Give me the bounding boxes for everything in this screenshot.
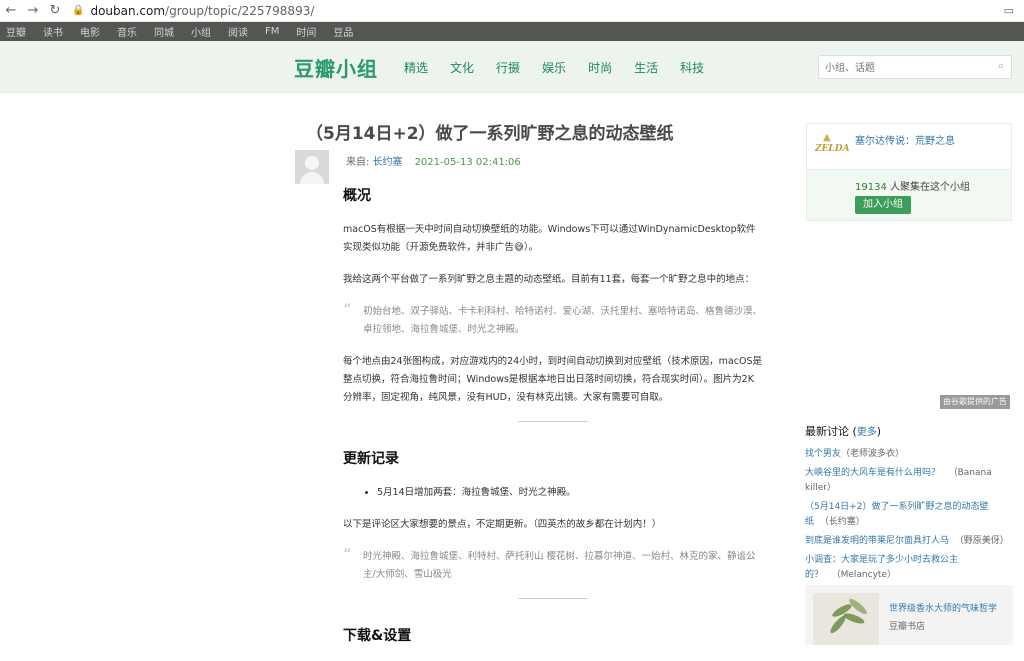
arrow-right-icon[interactable]: → bbox=[22, 3, 44, 18]
header-nav-item[interactable]: 娱乐 bbox=[542, 59, 566, 76]
header-nav-item[interactable]: 精选 bbox=[404, 59, 428, 76]
search-box: ⌕ bbox=[818, 55, 1012, 80]
topic-title: （5月14日+2）做了一系列旷野之息的动态壁纸 bbox=[306, 124, 674, 144]
paragraph: 以下是评论区大家想要的景点，不定期更新。（四英杰的故乡都在计划内！） bbox=[343, 519, 662, 530]
quote-icon: “ bbox=[343, 300, 352, 319]
topic-meta: 来自: 长约塞 2021-05-13 02:41:06 bbox=[346, 153, 521, 168]
reload-icon[interactable]: ↻ bbox=[44, 3, 66, 18]
browser-toolbar: ← → ↻ 🔒 douban.com/group/topic/225798893… bbox=[0, 0, 1024, 22]
search-icon[interactable]: ⌕ bbox=[998, 59, 1004, 73]
global-nav: 豆瓣 读书 电影 音乐 同城 小组 阅读 FM 时间 豆品 bbox=[0, 22, 1024, 41]
arrow-left-icon[interactable]: ← bbox=[0, 3, 22, 18]
header-nav-item[interactable]: 生活 bbox=[634, 59, 658, 76]
list-item: （5月14日+2）做了一系列旷野之息的动态壁纸 （长约塞） bbox=[805, 502, 989, 527]
quote-text: 时光神殿、海拉鲁城堡、利特村、萨托利山 樱花树、拉慕尔神道、一始村、林克的家、静… bbox=[363, 551, 756, 580]
header-nav-item[interactable]: 时尚 bbox=[588, 59, 612, 76]
book-cover-image[interactable] bbox=[813, 593, 879, 645]
ad-label[interactable]: 由谷歌提供的广告 bbox=[940, 395, 1010, 409]
member-count: 19134 人聚集在这个小组 bbox=[855, 182, 970, 193]
address-bar[interactable]: 🔒 douban.com/group/topic/225798893/ bbox=[72, 4, 314, 18]
blockquote: “ 初始台地、双子驿站、卡卡利科村、哈特诺村、爱心湖、沃托里村、塞哈特诺岛、格鲁… bbox=[343, 300, 763, 339]
group-name-link[interactable]: 塞尔达传说：荒野之息 bbox=[855, 132, 955, 147]
global-nav-item[interactable]: 时间 bbox=[296, 24, 316, 39]
global-nav-item[interactable]: FM bbox=[265, 26, 279, 37]
list-item: 大峡谷里的大风车是有什么用吗？ （Banana killer） bbox=[805, 468, 992, 493]
update-list: 5月14日增加两套：海拉鲁城堡、时光之神殿。 bbox=[377, 484, 763, 502]
global-nav-item[interactable]: 阅读 bbox=[228, 24, 248, 39]
header-nav-item[interactable]: 行摄 bbox=[496, 59, 520, 76]
url-host: douban.com bbox=[90, 3, 166, 18]
header-nav: 精选 文化 行摄 娱乐 时尚 生活 科技 bbox=[404, 59, 726, 76]
global-nav-item[interactable]: 电影 bbox=[80, 24, 100, 39]
header-nav-item[interactable]: 科技 bbox=[680, 59, 704, 76]
cast-icon[interactable]: ▭ bbox=[1004, 4, 1014, 17]
main-content: （5月14日+2）做了一系列旷野之息的动态壁纸 来自: 长约塞 2021-05-1… bbox=[0, 93, 1024, 645]
discussion-link[interactable]: 大峡谷里的大风车是有什么用吗？ bbox=[805, 468, 940, 478]
url-path: /group/topic/225798893/ bbox=[165, 3, 315, 18]
latest-heading: 最新讨论 (更多) bbox=[805, 425, 882, 438]
zelda-logo-icon[interactable]: ▲ ZELDA bbox=[815, 132, 850, 158]
book-ad[interactable]: 世界级香水大师的气味哲学 豆瓣书店 bbox=[805, 585, 1013, 645]
discussion-link[interactable]: 找个男友 bbox=[805, 449, 841, 459]
global-nav-item[interactable]: 读书 bbox=[43, 24, 63, 39]
from-label: 来自: bbox=[346, 157, 373, 168]
more-link[interactable]: 更多 bbox=[857, 427, 877, 438]
article-body: 概况 macOS有根据一天中时间自动切换壁纸的功能。Windows下可以通过Wi… bbox=[343, 185, 763, 661]
section-heading: 下载&设置 bbox=[343, 628, 412, 644]
quote-icon: “ bbox=[343, 545, 352, 564]
site-logo[interactable]: 豆瓣小组 bbox=[294, 53, 378, 82]
global-nav-item[interactable]: 音乐 bbox=[117, 24, 137, 39]
list-item: 到底是谁发明的带莱尼尔面具打人马 （野原美伢） bbox=[805, 536, 1009, 546]
latest-discussions: 最新讨论 (更多) 找个男友（老师波多衣） 大峡谷里的大风车是有什么用吗？ （B… bbox=[805, 423, 1015, 587]
paragraph: macOS有根据一天中时间自动切换壁纸的功能。Windows下可以通过WinDy… bbox=[343, 224, 756, 253]
group-info-box: ▲ ZELDA 塞尔达传说：荒野之息 19134 人聚集在这个小组 加入小组 bbox=[806, 123, 1012, 221]
join-group-button[interactable]: 加入小组 bbox=[855, 196, 911, 214]
list-item: 小调查：大家是玩了多少小时去救公主的？ （Melancyte） bbox=[805, 555, 959, 580]
search-input[interactable] bbox=[819, 57, 989, 80]
global-nav-item[interactable]: 豆品 bbox=[333, 24, 353, 39]
paragraph: 每个地点由24张图构成，对应游戏内的24小时，到时间自动切换到对应壁纸（技术原因… bbox=[343, 356, 762, 403]
section-heading: 概况 bbox=[343, 188, 371, 204]
author-link[interactable]: 长约塞 bbox=[373, 157, 403, 168]
header-nav-item[interactable]: 文化 bbox=[450, 59, 474, 76]
global-nav-item[interactable]: 豆瓣 bbox=[6, 24, 26, 39]
group-header: 豆瓣小组 精选 文化 行摄 娱乐 时尚 生活 科技 ⌕ bbox=[0, 41, 1024, 93]
quote-text: 初始台地、双子驿站、卡卡利科村、哈特诺村、爱心湖、沃托里村、塞哈特诺岛、格鲁德沙… bbox=[363, 306, 763, 335]
divider bbox=[518, 598, 588, 599]
paragraph: 我给这两个平台做了一系列旷野之息主题的动态壁纸。目前有11套，每套一个旷野之息中… bbox=[343, 274, 755, 285]
lock-icon: 🔒 bbox=[72, 5, 85, 16]
discussion-link[interactable]: 到底是谁发明的带莱尼尔面具打人马 bbox=[805, 536, 949, 546]
book-title-link[interactable]: 世界级香水大师的气味哲学 bbox=[889, 601, 997, 614]
list-item: 5月14日增加两套：海拉鲁城堡、时光之神殿。 bbox=[377, 484, 763, 502]
divider bbox=[518, 421, 588, 422]
global-nav-item[interactable]: 同城 bbox=[154, 24, 174, 39]
section-heading: 更新记录 bbox=[343, 451, 399, 467]
book-source: 豆瓣书店 bbox=[889, 622, 926, 632]
global-nav-item[interactable]: 小组 bbox=[191, 24, 211, 39]
list-item: 找个男友（老师波多衣） bbox=[805, 449, 905, 459]
avatar[interactable] bbox=[295, 150, 329, 184]
blockquote: “ 时光神殿、海拉鲁城堡、利特村、萨托利山 樱花树、拉慕尔神道、一始村、林克的家… bbox=[343, 545, 763, 584]
post-time: 2021-05-13 02:41:06 bbox=[414, 157, 521, 168]
